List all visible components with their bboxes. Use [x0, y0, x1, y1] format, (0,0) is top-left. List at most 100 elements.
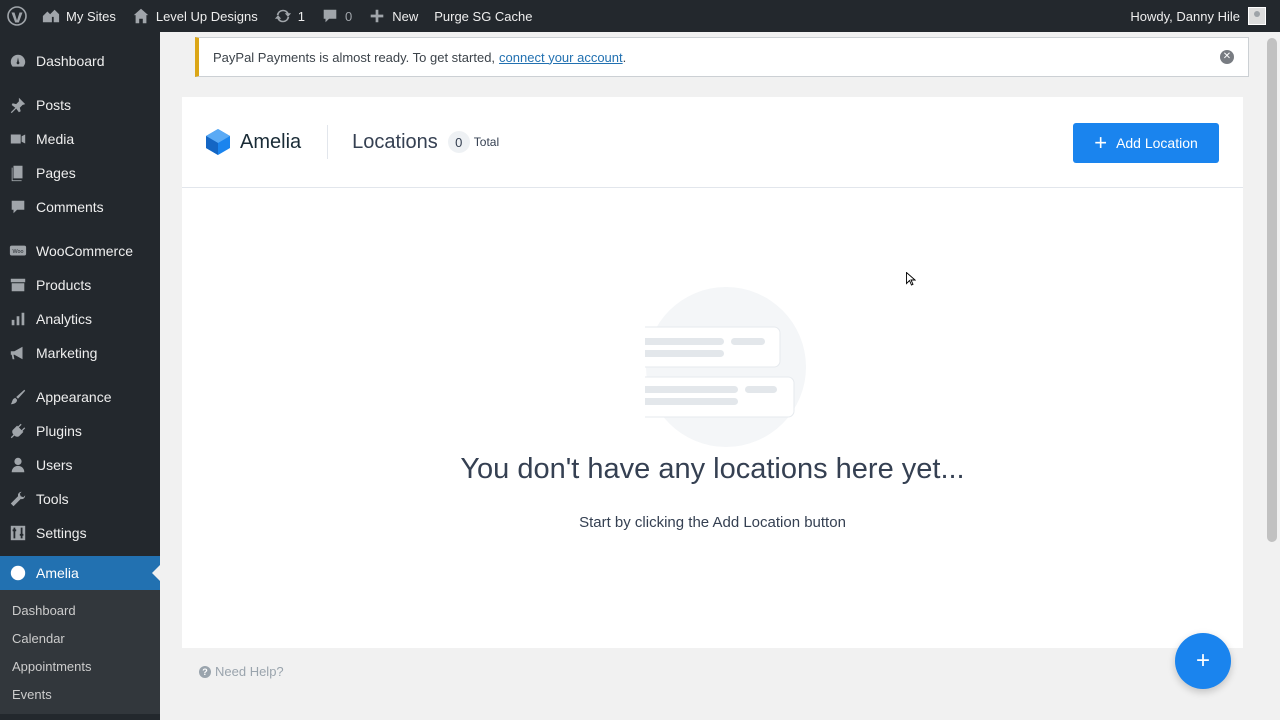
archive-icon: [8, 275, 28, 295]
refresh-icon: [274, 7, 292, 25]
page-scrollbar[interactable]: [1264, 32, 1280, 720]
menu-item-pages[interactable]: Pages: [0, 156, 160, 190]
menu-item-appearance[interactable]: Appearance: [0, 380, 160, 414]
menu-label: Posts: [36, 97, 72, 113]
megaphone-icon: [8, 343, 28, 363]
wordpress-logo-button[interactable]: [0, 0, 34, 32]
connect-account-link[interactable]: connect your account: [499, 50, 623, 65]
menu-item-analytics[interactable]: Analytics: [0, 302, 160, 336]
purge-label: Purge SG Cache: [434, 8, 533, 24]
updates-count: 1: [297, 8, 305, 24]
wrench-icon: [8, 489, 28, 509]
purge-cache-button[interactable]: Purge SG Cache: [426, 0, 540, 32]
empty-state-title: You don't have any locations here yet...: [460, 453, 965, 485]
site-name-menu[interactable]: Level Up Designs: [124, 0, 266, 32]
comment-icon: [321, 7, 339, 25]
add-location-label: Add Location: [1116, 135, 1198, 151]
menu-label: Settings: [36, 525, 87, 541]
dashboard-icon: [8, 51, 28, 71]
brush-icon: [8, 387, 28, 407]
updates-menu[interactable]: 1: [266, 0, 313, 32]
plus-icon: +: [1094, 130, 1108, 155]
menu-label: Products: [36, 277, 92, 293]
floating-add-button[interactable]: +: [1175, 633, 1231, 689]
notice-suffix: .: [622, 49, 627, 65]
empty-state: You don't have any locations here yet...…: [182, 189, 1243, 648]
close-icon[interactable]: ✕: [1220, 50, 1234, 64]
amelia-icon: [8, 563, 28, 583]
count-label: Total: [473, 135, 500, 149]
mouse-cursor-icon: [906, 272, 916, 286]
notice-text: PayPal Payments is almost ready. To get …: [213, 49, 496, 65]
menu-item-users[interactable]: Users: [0, 448, 160, 482]
site-name-label: Level Up Designs: [155, 8, 258, 24]
woo-icon: Woo: [8, 241, 28, 261]
sliders-icon: [8, 523, 28, 543]
menu-item-dashboard[interactable]: Dashboard: [0, 44, 160, 78]
my-sites-menu[interactable]: My Sites: [34, 0, 124, 32]
menu-label: Media: [36, 131, 75, 147]
user-icon: [8, 455, 28, 475]
menu-label: Pages: [36, 165, 76, 181]
menu-item-products[interactable]: Products: [0, 268, 160, 302]
account-menu[interactable]: Howdy, Danny Hile: [1122, 0, 1280, 32]
question-icon: ?: [199, 665, 211, 678]
menu-item-media[interactable]: Media: [0, 122, 160, 156]
pages-icon: [8, 163, 28, 183]
svg-text:Woo: Woo: [13, 249, 24, 255]
menu-label: Marketing: [36, 345, 98, 361]
panel-header: Amelia Locations 0 Total + Add Location: [182, 97, 1243, 188]
my-sites-label: My Sites: [66, 8, 116, 24]
new-label: New: [392, 8, 419, 24]
header-divider: [327, 125, 329, 159]
pin-icon: [8, 95, 28, 115]
amelia-logo-text: Amelia: [240, 130, 302, 153]
submenu-item-calendar[interactable]: Calendar: [0, 624, 160, 652]
sites-icon: [42, 7, 60, 25]
media-icon: [8, 129, 28, 149]
menu-label: Amelia: [36, 565, 79, 581]
comments-count: 0: [344, 8, 353, 24]
menu-item-tools[interactable]: Tools: [0, 482, 160, 516]
menu-label: Analytics: [36, 311, 93, 327]
menu-label: Comments: [36, 199, 104, 215]
paypal-notice: PayPal Payments is almost ready. To get …: [195, 37, 1249, 77]
new-content-menu[interactable]: New: [360, 0, 426, 32]
home-icon: [132, 7, 150, 25]
menu-label: Dashboard: [36, 53, 105, 69]
amelia-locations-panel: Amelia Locations 0 Total + Add Location …: [182, 97, 1243, 648]
admin-sidebar: Dashboard Posts Media Pages Comments Woo…: [0, 32, 160, 720]
admin-bar: My Sites Level Up Designs 1 0 New Purge …: [0, 0, 1280, 32]
greeting-label: Howdy, Danny Hile: [1130, 8, 1240, 24]
need-help-link[interactable]: ? Need Help?: [199, 664, 284, 679]
menu-label: Plugins: [36, 423, 82, 439]
menu-label: Tools: [36, 491, 69, 507]
comment-icon: [8, 197, 28, 217]
page-title: Locations: [352, 130, 438, 153]
menu-item-amelia[interactable]: Amelia: [0, 556, 160, 590]
add-location-button[interactable]: + Add Location: [1073, 123, 1219, 163]
submenu-item-appointments[interactable]: Appointments: [0, 652, 160, 680]
menu-item-posts[interactable]: Posts: [0, 88, 160, 122]
menu-label: WooCommerce: [36, 243, 133, 259]
menu-item-comments[interactable]: Comments: [0, 190, 160, 224]
submenu-item-events[interactable]: Events: [0, 680, 160, 708]
menu-item-woocommerce[interactable]: Woo WooCommerce: [0, 234, 160, 268]
menu-label: Users: [36, 457, 73, 473]
bar-chart-icon: [8, 309, 28, 329]
submenu-item-dashboard[interactable]: Dashboard: [0, 596, 160, 624]
need-help-label: Need Help?: [215, 664, 284, 679]
menu-item-marketing[interactable]: Marketing: [0, 336, 160, 370]
empty-state-subtitle: Start by clicking the Add Location butto…: [579, 514, 846, 531]
menu-label: Appearance: [36, 389, 112, 405]
scrollbar-thumb[interactable]: [1267, 38, 1277, 542]
menu-item-plugins[interactable]: Plugins: [0, 414, 160, 448]
menu-item-settings[interactable]: Settings: [0, 516, 160, 550]
plus-icon: [368, 7, 386, 25]
empty-list-illustration: [645, 287, 806, 447]
comments-menu[interactable]: 0: [313, 0, 360, 32]
amelia-logo: Amelia: [204, 128, 301, 156]
avatar: [1248, 7, 1266, 25]
amelia-logo-icon: [206, 129, 230, 155]
plug-icon: [8, 421, 28, 441]
